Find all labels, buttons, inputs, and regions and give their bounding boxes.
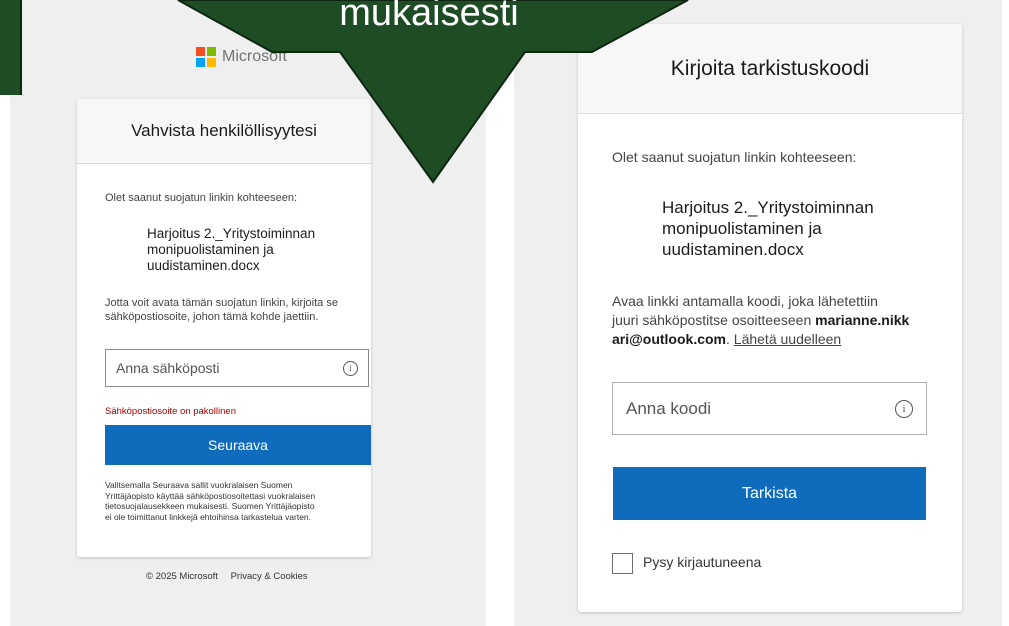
card-title: Kirjoita tarkistuskoodi: [578, 24, 962, 114]
recipient-email-part: marianne.nikk: [815, 312, 910, 328]
next-button[interactable]: Seuraava: [105, 425, 371, 465]
code-placeholder: Anna koodi: [626, 398, 712, 418]
document-name: Harjoitus 2._Yritystoiminnan monipuolist…: [662, 197, 942, 260]
intro-text: Olet saanut suojatun linkin kohteeseen:: [105, 192, 298, 204]
document-name-line: Harjoitus 2._Yritystoiminnan: [662, 198, 874, 217]
brand-name: Microsoft: [222, 48, 287, 65]
instructions-line: sähköpostiosoite, johon tämä kohde jaett…: [105, 311, 319, 323]
footer: © 2025 Microsoft Privacy & Cookies: [146, 571, 318, 582]
resend-link[interactable]: Lähetä uudelleen: [734, 331, 841, 347]
intro-text: Olet saanut suojatun linkin kohteeseen:: [612, 149, 857, 165]
card-title: Vahvista henkilöllisyytesi: [77, 99, 371, 164]
code-sent-line: juuri sähköpostitse osoitteeseen mariann…: [612, 311, 952, 330]
legal-line: ei ole toimittanut linkkejä ehtoihinsa t…: [105, 511, 312, 522]
verify-button[interactable]: Tarkista: [613, 467, 926, 520]
recipient-email-part: ari@outlook.com: [612, 331, 726, 347]
legal-line: Yrittäjäopisto käyttää sähköpostiosoitet…: [105, 490, 316, 501]
instructions-text: Jotta voit avata tämän suojatun linkin, …: [105, 296, 371, 324]
copyright-text: © 2025 Microsoft: [146, 571, 218, 582]
legal-line: tietosuojalausekkeen mukaisesti. Suomen …: [105, 501, 315, 511]
email-field[interactable]: Anna sähköposti i: [105, 349, 369, 387]
privacy-cookies-link[interactable]: Privacy & Cookies: [231, 571, 308, 582]
document-name: Harjoitus 2._Yritystoiminnan monipuolist…: [147, 226, 357, 274]
code-sent-text: Avaa linkki antamalla koodi, joka lähete…: [612, 292, 952, 349]
email-error-message: Sähköpostiosoite on pakollinen: [105, 406, 236, 417]
info-icon[interactable]: i: [895, 399, 913, 418]
info-icon[interactable]: i: [343, 360, 358, 376]
document-name-line: uudistaminen.docx: [147, 258, 260, 273]
stay-signed-in-label[interactable]: Pysy kirjautuneena: [643, 554, 761, 570]
legal-line: Valitsemalla Seuraava sallit vuokralaise…: [105, 480, 293, 490]
microsoft-logo-icon: [196, 47, 216, 67]
document-name-line: uudistaminen.docx: [662, 240, 804, 259]
document-name-line: monipuolistaminen ja: [662, 219, 822, 238]
verification-code-card: Kirjoita tarkistuskoodi Olet saanut suoj…: [578, 24, 962, 612]
stay-signed-in-checkbox[interactable]: [612, 553, 633, 574]
separator: .: [726, 331, 734, 347]
document-name-line: Harjoitus 2._Yritystoiminnan: [147, 226, 316, 241]
code-sent-prefix: juuri sähköpostitse osoitteeseen: [612, 312, 816, 328]
email-placeholder: Anna sähköposti: [116, 360, 220, 376]
document-name-line: monipuolistaminen ja: [147, 242, 274, 257]
code-field[interactable]: Anna koodi i: [612, 382, 927, 435]
overlay-label: mukaisesti: [339, 0, 519, 34]
instructions-line: Jotta voit avata tämän suojatun linkin, …: [105, 297, 338, 309]
legal-text: Valitsemalla Seuraava sallit vuokralaise…: [105, 480, 371, 522]
verify-identity-card: Vahvista henkilöllisyytesi Olet saanut s…: [77, 99, 371, 557]
overlay-box-left: [0, 0, 22, 95]
code-sent-line: Avaa linkki antamalla koodi, joka lähete…: [612, 293, 878, 309]
microsoft-logo: Microsoft: [196, 46, 287, 68]
code-sent-line: ari@outlook.com. Lähetä uudelleen: [612, 330, 952, 349]
